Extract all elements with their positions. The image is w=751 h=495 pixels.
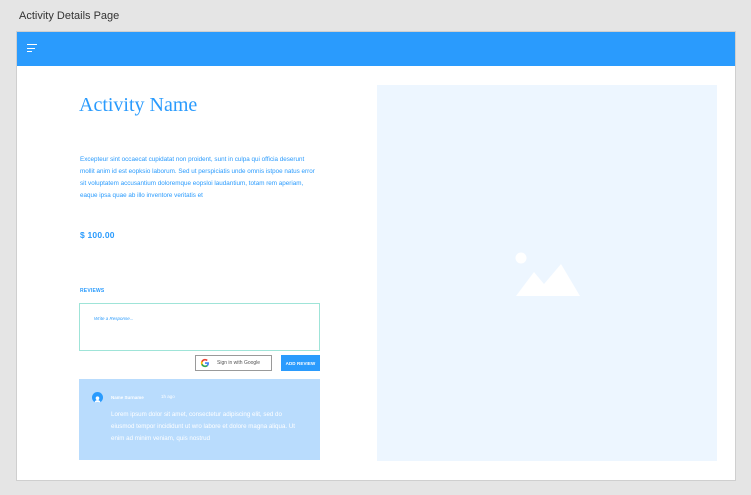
menu-icon[interactable] xyxy=(27,44,37,53)
review-input[interactable] xyxy=(79,303,320,351)
activity-image-placeholder xyxy=(377,85,717,461)
google-icon xyxy=(200,358,209,368)
google-sign-in-button[interactable]: Sign in with Google xyxy=(195,355,272,371)
review-timestamp: 1h ago xyxy=(161,394,175,399)
activity-price: $ 100.00 xyxy=(80,230,115,240)
reviews-heading: REVIEWS xyxy=(80,288,105,294)
google-sign-in-label: Sign in with Google xyxy=(217,360,261,366)
review-card: Name Surname 1h ago Lorem ipsum dolor si… xyxy=(79,379,320,460)
activity-title: Activity Name xyxy=(79,94,198,116)
image-placeholder-icon xyxy=(515,252,580,296)
review-text: Lorem ipsum dolor sit amet, consectetur … xyxy=(111,411,296,442)
user-avatar-icon xyxy=(92,392,103,403)
activity-description: Excepteur sint occaecat cupidatat non pr… xyxy=(80,156,315,199)
reviewer-name: Name Surname xyxy=(111,395,144,400)
frame-title: Activity Details Page xyxy=(19,10,120,22)
activity-details-page: Activity Name Excepteur sint occaecat cu… xyxy=(16,31,736,481)
add-review-button[interactable]: ADD REVIEW xyxy=(281,355,320,371)
top-app-bar xyxy=(17,32,735,66)
